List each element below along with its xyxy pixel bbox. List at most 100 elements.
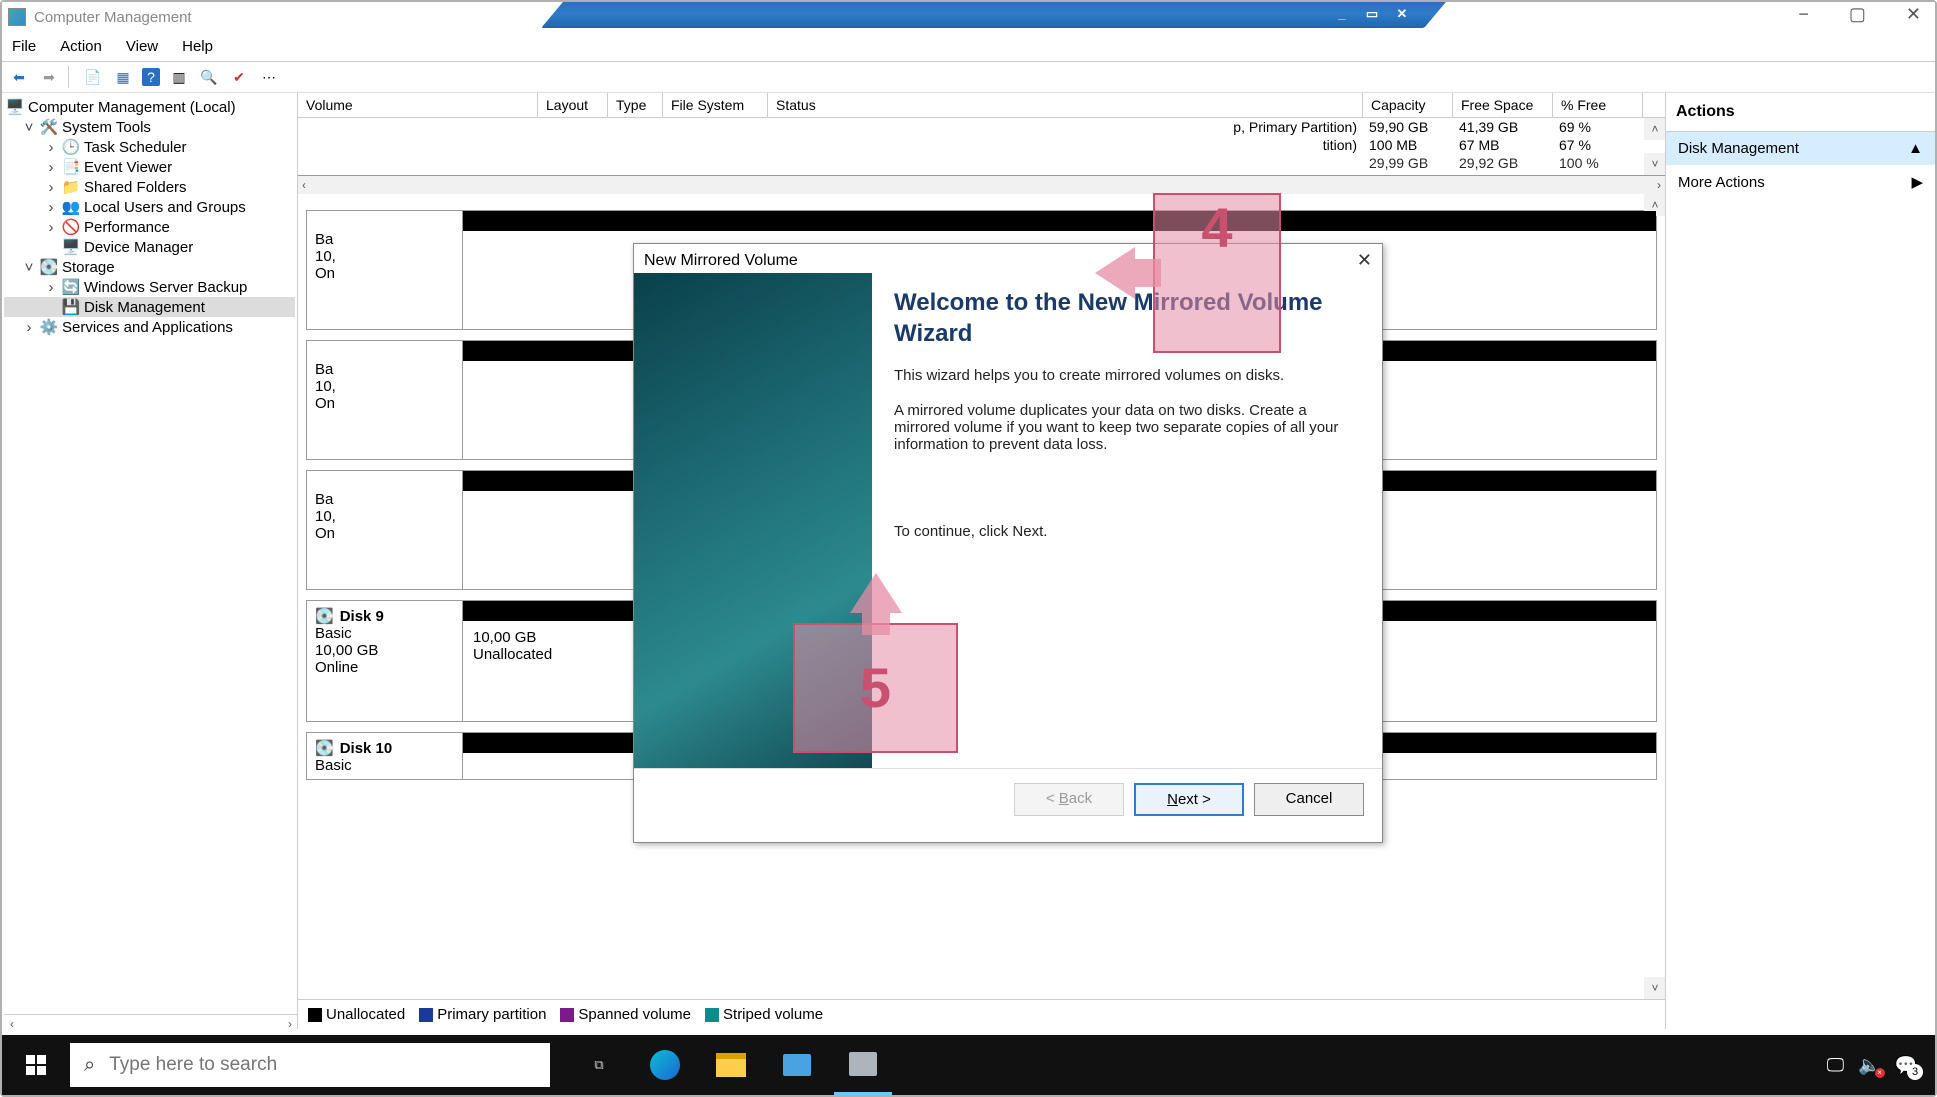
disk-type: Ba [315, 491, 454, 508]
disk-size: 10, [315, 508, 454, 525]
tree-storage[interactable]: Storage [62, 259, 115, 276]
task-view-icon[interactable]: ⧉ [570, 1035, 628, 1095]
tree-scroll-left-icon[interactable]: ‹ [10, 1017, 14, 1031]
tree-services-apps[interactable]: Services and Applications [62, 319, 233, 336]
menu-help[interactable]: Help [182, 38, 213, 55]
caret-icon[interactable]: › [44, 139, 58, 156]
help-icon[interactable]: ? [142, 68, 160, 86]
caret-icon[interactable]: › [44, 219, 58, 236]
storage-icon: 💽 [40, 258, 58, 276]
volume-row[interactable]: tition) 100 MB 67 MB 67 % [298, 136, 1665, 154]
folder-up-icon[interactable]: 📄 [82, 66, 104, 88]
close-vm-icon[interactable]: ✕ [1391, 6, 1413, 22]
tree-disk-management[interactable]: Disk Management [84, 299, 205, 316]
restore-vm-icon[interactable]: ▭ [1361, 6, 1383, 22]
annotation-4: 4 [1153, 193, 1281, 353]
scroll-up-icon[interactable]: ˄ [1644, 118, 1665, 140]
window-min-button[interactable]: − [1790, 2, 1817, 27]
col-status[interactable]: Status [768, 93, 1363, 117]
expand-icon[interactable]: ▶ [1911, 173, 1923, 191]
taskbar-search[interactable]: ⌕ [70, 1043, 550, 1087]
col-capacity[interactable]: Capacity [1363, 93, 1453, 117]
shared-icon: 📁 [62, 178, 80, 196]
tree-device-manager[interactable]: Device Manager [84, 239, 193, 256]
col-volume[interactable]: Volume [298, 93, 538, 117]
mmc-icon[interactable] [834, 1035, 892, 1095]
next-button[interactable]: Next > [1134, 783, 1244, 816]
tree-performance[interactable]: Performance [84, 219, 170, 236]
app-icon [8, 8, 26, 26]
tree-local-users[interactable]: Local Users and Groups [84, 199, 246, 216]
caret-icon[interactable]: › [44, 199, 58, 216]
scroll-down-icon[interactable]: ˅ [1644, 977, 1665, 999]
tree-ws-backup[interactable]: Windows Server Backup [84, 279, 247, 296]
menu-file[interactable]: File [12, 38, 36, 55]
collapse-icon[interactable]: ▲ [1908, 140, 1923, 157]
disk-size: 10, [315, 248, 454, 265]
col-type[interactable]: Type [608, 93, 663, 117]
col-free[interactable]: Free Space [1453, 93, 1553, 117]
scroll-left-icon[interactable]: ‹ [302, 178, 306, 192]
back-button: < Back [1014, 783, 1124, 816]
volume-row[interactable]: 29,99 GB 29,92 GB 100 % [298, 154, 1665, 172]
tray-notifications-icon[interactable]: 💬3 [1895, 1055, 1917, 1076]
edge-icon[interactable] [636, 1035, 694, 1095]
wizard-title: New Mirrored Volume [644, 252, 798, 270]
col-pct[interactable]: % Free [1553, 93, 1643, 117]
start-button[interactable] [2, 1035, 70, 1095]
caret-icon[interactable]: › [44, 179, 58, 196]
close-icon[interactable]: ✕ [1357, 250, 1372, 271]
legend-unallocated: Unallocated [326, 1006, 405, 1023]
explorer-icon[interactable] [702, 1035, 760, 1095]
clock-icon: 🕒 [62, 138, 80, 156]
tree-shared-folders[interactable]: Shared Folders [84, 179, 187, 196]
wizard-text-2: A mirrored volume duplicates your data o… [894, 402, 1360, 453]
caret-icon[interactable]: › [22, 319, 36, 336]
disk-type: Basic [315, 625, 454, 642]
actions-disk-management[interactable]: Disk Management ▲ [1666, 132, 1935, 165]
server-manager-icon[interactable] [768, 1035, 826, 1095]
view-icon[interactable]: ▥ [168, 66, 190, 88]
backup-icon: 🔄 [62, 278, 80, 296]
scroll-right-icon[interactable]: › [1657, 178, 1661, 192]
taskbar: ⌕ ⧉ 🖵 🔈× 💬3 [2, 1035, 1935, 1095]
minimize-vm-icon[interactable]: _ [1331, 6, 1353, 22]
search-icon: ⌕ [84, 1054, 95, 1077]
disk-state: On [315, 265, 454, 282]
actions-more[interactable]: More Actions ▶ [1666, 165, 1935, 199]
search-input[interactable] [107, 1053, 536, 1077]
caret-icon[interactable]: ˅ [22, 119, 36, 136]
caret-icon[interactable]: › [44, 279, 58, 296]
tray-display-icon[interactable]: 🖵 [1827, 1055, 1844, 1076]
tree-system-tools[interactable]: System Tools [62, 119, 151, 136]
col-layout[interactable]: Layout [538, 93, 608, 117]
caret-icon[interactable]: ˅ [22, 259, 36, 276]
caret-icon[interactable]: › [44, 159, 58, 176]
tree-scroll-right-icon[interactable]: › [288, 1017, 292, 1031]
forward-icon[interactable]: ➡ [38, 66, 60, 88]
cancel-button[interactable]: Cancel [1254, 783, 1364, 816]
window-close-button[interactable]: ✕ [1898, 2, 1929, 27]
nav-tree[interactable]: 🖥️Computer Management (Local) ˅🛠️System … [2, 93, 298, 1029]
disk-size: 10,00 GB [315, 642, 454, 659]
volume-row[interactable]: p, Primary Partition) 59,90 GB 41,39 GB … [298, 118, 1665, 136]
tree-task-scheduler[interactable]: Task Scheduler [84, 139, 187, 156]
disk-name: Disk 9 [340, 608, 384, 625]
disk-icon: 💽 [315, 607, 334, 625]
menu-view[interactable]: View [126, 38, 158, 55]
disk-state: On [315, 525, 454, 542]
tray-volume-icon[interactable]: 🔈× [1858, 1055, 1880, 1076]
window-max-button[interactable]: ▢ [1841, 2, 1874, 27]
props-icon[interactable]: ▦ [112, 66, 134, 88]
col-fs[interactable]: File System [663, 93, 768, 117]
legend-spanned: Spanned volume [578, 1006, 691, 1023]
back-icon[interactable]: ⬅ [8, 66, 30, 88]
refresh-icon[interactable]: 🔍 [198, 66, 220, 88]
tree-root[interactable]: Computer Management (Local) [28, 99, 236, 116]
list-icon[interactable]: ⋯ [258, 66, 280, 88]
menu-action[interactable]: Action [60, 38, 102, 55]
tree-event-viewer[interactable]: Event Viewer [84, 159, 172, 176]
check-icon[interactable]: ✔ [228, 66, 250, 88]
app-title: Computer Management [34, 9, 192, 26]
actions-pane: Actions Disk Management ▲ More Actions ▶ [1665, 93, 1935, 1029]
